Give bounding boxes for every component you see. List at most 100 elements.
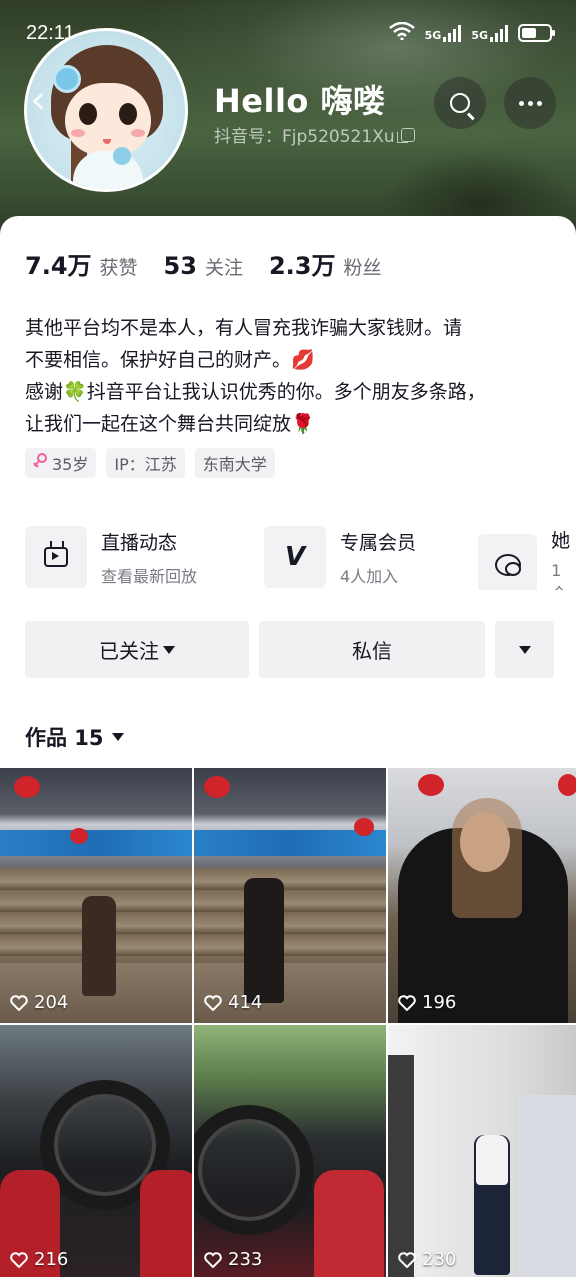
works-tab[interactable]: 作品 15: [25, 722, 124, 752]
copy-icon[interactable]: [396, 127, 415, 143]
lips-icon: 💋: [291, 349, 315, 371]
profile-card: 7.4万 获赞 53 关注 2.3万 粉丝 其他平台均不是本人，有人冒充我诈骗大…: [0, 216, 576, 1277]
feature-icon-box: [478, 534, 538, 590]
steering-wheel: [194, 1105, 314, 1235]
profile-tags: 35岁 IP：江苏 东南大学: [25, 448, 275, 478]
works-label: 作品 15: [25, 726, 104, 750]
age-text: 35岁: [52, 455, 89, 474]
more-button[interactable]: [504, 77, 556, 129]
like-count: 233: [204, 1249, 262, 1270]
bio-text: 感谢: [25, 381, 64, 403]
avatar-body: [73, 151, 143, 189]
age-tag: 35岁: [25, 448, 97, 478]
like-count-text: 196: [422, 992, 457, 1013]
caret-down-icon: [518, 645, 531, 654]
feature-title: 她: [551, 530, 571, 552]
avatar-face: [65, 83, 151, 155]
feature-icon-box: [25, 526, 87, 588]
feature-group[interactable]: 她 1个: [478, 526, 576, 590]
stat-value: 7.4万: [25, 252, 92, 280]
bio-line: 不要相信。保护好自己的财产。💋: [25, 344, 559, 376]
car-seat: [140, 1170, 192, 1277]
lantern: [14, 776, 40, 798]
avatar-eye: [119, 103, 137, 125]
video-thumbnail[interactable]: 204: [0, 768, 192, 1023]
stat-label: 获赞: [99, 257, 138, 279]
back-arrow-icon[interactable]: ‹: [30, 80, 66, 120]
signal-5g-1: 5G: [425, 24, 462, 42]
car-seat: [314, 1170, 384, 1277]
bio-text: 抖音平台让我认识优秀的你。多个朋友多条路，: [86, 381, 486, 403]
search-button[interactable]: [434, 77, 486, 129]
rose-icon: 🌹: [291, 413, 315, 435]
stat-label: 粉丝: [343, 257, 382, 279]
video-thumbnail[interactable]: 216: [0, 1025, 192, 1277]
avatar-eye: [79, 103, 97, 125]
feature-live[interactable]: 直播动态 查看最新回放: [25, 526, 197, 588]
like-count: 204: [10, 992, 68, 1013]
feature-vip[interactable]: V 专属会员 4人加入: [264, 526, 416, 588]
video-thumbnail[interactable]: 414: [194, 768, 386, 1023]
video-thumbnail[interactable]: 233: [194, 1025, 386, 1277]
douyin-id[interactable]: 抖音号：Fjp520521Xu: [214, 122, 415, 147]
bio-line: 其他平台均不是本人，有人冒充我诈骗大家钱财。请: [25, 317, 463, 339]
feature-title: 专属会员: [340, 531, 417, 554]
network-type-label: 5G: [471, 28, 488, 42]
shop-sign: [0, 830, 192, 856]
lantern: [204, 776, 230, 798]
more-options-button[interactable]: [495, 621, 554, 678]
doorframe: [388, 1055, 414, 1277]
school-tag[interactable]: 东南大学: [194, 448, 275, 478]
profile-stats: 7.4万 获赞 53 关注 2.3万 粉丝: [25, 246, 381, 281]
stat-following[interactable]: 53 关注: [164, 252, 243, 280]
heart-icon: [398, 994, 416, 1011]
followed-label: 已关注: [99, 639, 159, 663]
like-count: 230: [398, 1249, 456, 1270]
like-count-text: 204: [34, 992, 69, 1013]
followed-button[interactable]: 已关注: [25, 621, 249, 678]
feature-subtitle: 4人加入: [340, 566, 399, 586]
like-count: 414: [204, 992, 262, 1013]
heart-icon: [398, 1251, 416, 1268]
douyin-id-text: 抖音号：Fjp520521Xu: [214, 127, 395, 147]
person-figure: [244, 878, 284, 1003]
heart-icon: [204, 1251, 222, 1268]
stat-likes[interactable]: 7.4万 获赞: [25, 246, 138, 281]
feature-title: 直播动态: [101, 531, 178, 554]
bio-line: 感谢🍀抖音平台让我认识优秀的你。多个朋友多条路，: [25, 376, 559, 408]
video-thumbnail[interactable]: 196: [388, 768, 576, 1023]
battery-icon: [518, 23, 555, 42]
stat-label: 关注: [204, 257, 243, 279]
video-grid: 204 414 196 216 233 230: [0, 768, 576, 1277]
wifi-icon: [388, 21, 415, 43]
message-label: 私信: [352, 639, 392, 663]
video-thumbnail[interactable]: 230: [388, 1025, 576, 1277]
flower-icon: [113, 147, 131, 165]
shelf: [194, 868, 386, 958]
lantern: [70, 828, 88, 844]
like-count: 216: [10, 1249, 68, 1270]
signal-bars-icon: [490, 24, 508, 42]
lantern: [418, 774, 444, 796]
clover-icon: 🍀: [63, 381, 87, 403]
signal-5g-2: 5G: [471, 24, 508, 42]
tv-icon: [44, 547, 68, 567]
like-count-text: 230: [422, 1249, 457, 1270]
lantern: [558, 774, 576, 796]
profile-actions: 已关注 私信: [25, 621, 554, 678]
feature-icon-box: V: [264, 526, 326, 588]
vip-v-icon: V: [284, 542, 306, 572]
more-dots-icon: [518, 100, 542, 106]
bio-text: 不要相信。保护好自己的财产。: [25, 349, 292, 371]
stat-followers[interactable]: 2.3万 粉丝: [269, 246, 382, 281]
bio-line: 让我们一起在这个舞台共同绽放🌹: [25, 408, 559, 440]
caret-down-icon: [111, 733, 124, 741]
message-button[interactable]: 私信: [259, 621, 485, 678]
status-icons: 5G 5G: [388, 21, 555, 43]
ip-tag: IP：江苏: [106, 448, 185, 478]
search-icon: [450, 93, 470, 113]
network-type-label: 5G: [424, 28, 442, 42]
caret-down-icon: [163, 645, 175, 654]
stat-value: 2.3万: [268, 252, 336, 280]
feature-subtitle: 查看最新回放: [101, 566, 198, 586]
